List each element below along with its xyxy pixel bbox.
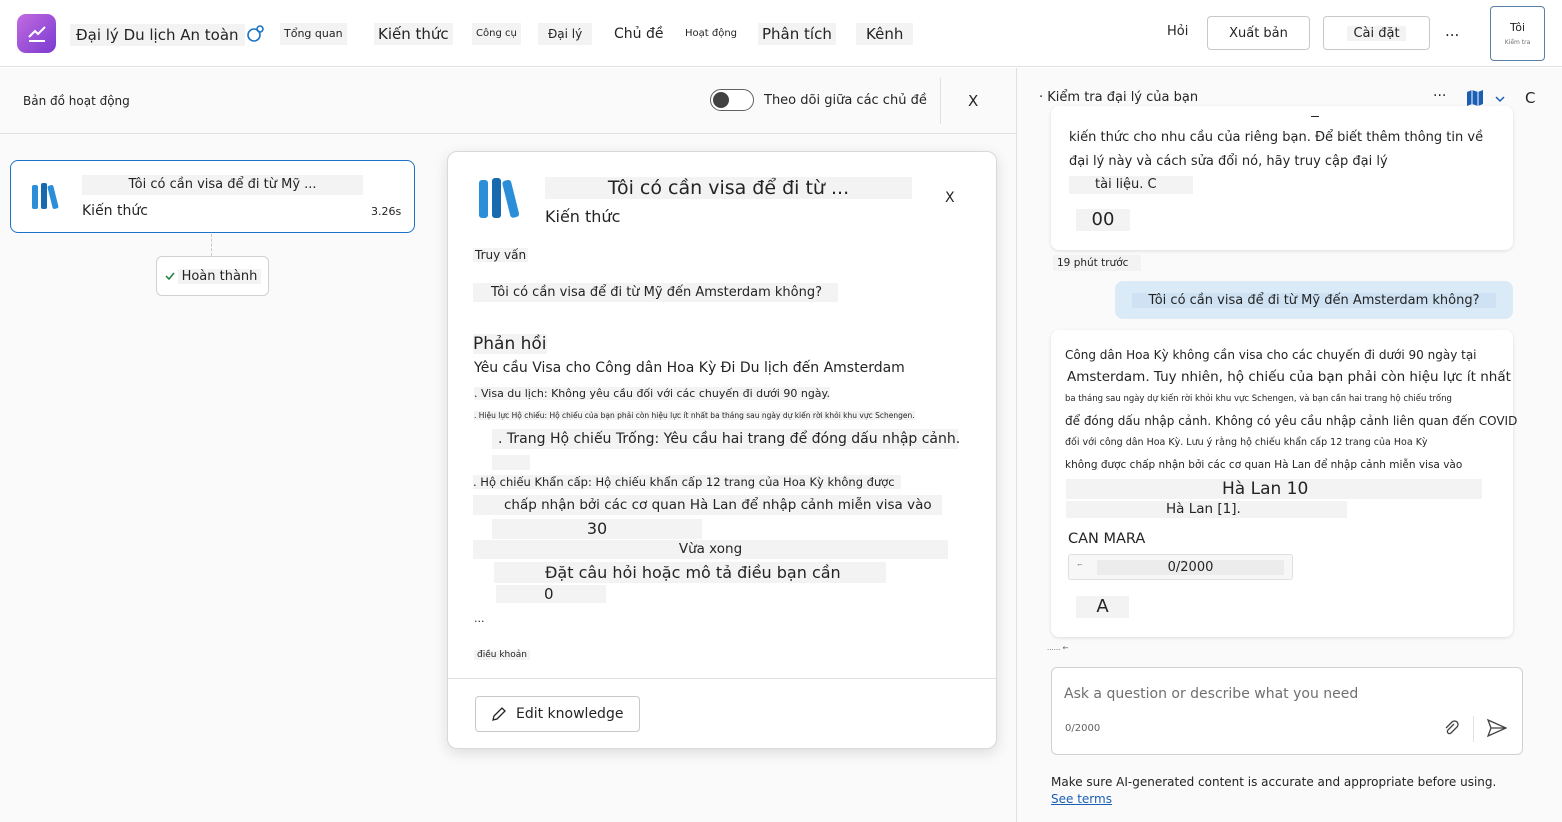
response-line: ...	[474, 612, 485, 625]
chat-input[interactable]	[1064, 680, 1504, 708]
knowledge-detail-panel: Tôi có cần visa để đi từ ... Kiến thức X…	[447, 151, 997, 749]
publish-label: Xuất bản	[1229, 25, 1288, 41]
query-label: Truy vấn	[473, 248, 529, 262]
toolbar-divider	[940, 78, 941, 124]
activity-map-toolbar: Bản đồ hoạt động Theo dõi giữa các chủ đ…	[0, 68, 1016, 134]
bot-response-line: Hà Lan 10	[1066, 479, 1482, 499]
bot-response-line: Amsterdam. Tuy nhiên, hộ chiếu của bạn p…	[1067, 369, 1511, 385]
bot-response-line: Công dân Hoa Kỳ không cần visa cho các c…	[1065, 348, 1477, 362]
detail-divider	[448, 678, 996, 679]
settings-button[interactable]: Cài đặt	[1323, 16, 1430, 50]
scroll-marker	[1311, 116, 1319, 117]
bot-response-line: Hà Lan [1].	[1066, 501, 1347, 518]
bot-response-line: ba tháng sau ngày dự kiến rời khỏi khu v…	[1065, 394, 1452, 404]
test-pane-title: · Kiểm tra đại lý của bạn	[1039, 90, 1199, 105]
bot-response-line: CAN MARA	[1068, 531, 1146, 547]
completed-label: Hoàn thành	[177, 268, 262, 284]
tab-analytics[interactable]: Phân tích	[758, 23, 836, 45]
response-line: . Trang Hộ chiếu Trống: Yêu cầu hai tran…	[492, 429, 960, 449]
chat-composer: 0/2000	[1051, 667, 1523, 755]
tab-overview[interactable]: Tổng quan	[280, 23, 347, 45]
knowledge-books-icon	[31, 181, 65, 215]
paperclip-icon[interactable]	[1442, 719, 1460, 741]
tab-activity[interactable]: Hoạt động	[685, 23, 737, 45]
bot-response-card: Công dân Hoa Kỳ không cần visa cho các c…	[1051, 330, 1517, 637]
test-agent-button[interactable]: Tôi Kiểm tra	[1490, 6, 1545, 61]
bot-message-line: đại lý này và cách sửa đổi nó, hãy truy …	[1069, 154, 1388, 169]
detail-title: Tôi có cần visa để đi từ ...	[545, 177, 912, 199]
response-line: . Hộ chiếu Khẩn cấp: Hộ chiếu khẩn cấp 1…	[473, 475, 901, 489]
response-line: . Hiệu lực Hộ chiếu: Hộ chiếu của bạn ph…	[474, 411, 915, 420]
inline-counter-text: 0/2000	[1097, 560, 1284, 575]
toggle-knob	[713, 92, 729, 108]
bot-response-line: đối với công dân Hoa Kỳ. Lưu ý rằng hộ c…	[1065, 437, 1428, 448]
activity-map-title: Bản đồ hoạt động	[23, 94, 130, 108]
response-line: Đặt câu hỏi hoặc mô tả điều bạn cần	[494, 562, 886, 583]
response-label: Phản hồi	[473, 334, 547, 354]
settings-label: Cài đặt	[1347, 25, 1406, 41]
query-text: Tôi có cần visa để đi từ Mỹ đến Amsterda…	[473, 283, 838, 302]
response-line: Yêu cầu Visa cho Công dân Hoa Kỳ Đi Du l…	[474, 360, 905, 376]
user-message-text: Tôi có cần visa để đi từ Mỹ đến Amsterda…	[1132, 292, 1496, 308]
bot-response-line: A	[1076, 596, 1129, 618]
track-topics-toggle[interactable]	[710, 89, 754, 111]
message-timestamp: 19 phút trước	[1053, 255, 1141, 271]
completed-node[interactable]: Hoàn thành	[156, 256, 269, 296]
ask-button[interactable]: Hỏi	[1167, 24, 1188, 39]
top-bar: Đại lý Du lịch An toàn Tổng quan Kiến th…	[0, 0, 1562, 67]
me-sub-label: Kiểm tra	[1504, 39, 1531, 46]
node-title: Tôi có cần visa để đi từ Mỹ ...	[82, 175, 363, 195]
checkmark-icon	[165, 272, 175, 281]
response-line: 30	[492, 519, 702, 539]
send-icon[interactable]	[1486, 718, 1508, 741]
test-agent-pane: · Kiểm tra đại lý của bạn ··· C kiến thứ…	[1016, 68, 1562, 822]
node-duration: 3.26s	[371, 205, 402, 218]
response-line: chấp nhận bởi các cơ quan Hà Lan để nhập…	[473, 495, 942, 515]
bot-message-line: 00	[1076, 209, 1130, 231]
disclaimer: Make sure AI-generated content is accura…	[1051, 774, 1521, 808]
close-detail-button[interactable]: X	[945, 190, 955, 206]
edit-knowledge-label: Edit knowledge	[516, 706, 624, 722]
more-icon[interactable]: ...	[1445, 22, 1459, 40]
inline-counter-box: ⌐ 0/2000	[1068, 554, 1293, 580]
pencil-icon	[492, 707, 506, 721]
tab-knowledge[interactable]: Kiến thức	[374, 23, 453, 45]
tab-agents[interactable]: Đại lý	[538, 23, 593, 45]
disclaimer-text: Make sure AI-generated content is accura…	[1051, 775, 1497, 789]
response-line: . Visa du lịch: Không yêu cầu đối với cá…	[474, 387, 830, 400]
tab-topics[interactable]: Chủ đề	[614, 23, 663, 45]
bot-response-line: để đóng dấu nhập cảnh. Không có yêu cầu …	[1065, 414, 1518, 428]
tab-channels[interactable]: Kênh	[856, 23, 914, 45]
app-name[interactable]: Đại lý Du lịch An toàn	[70, 24, 245, 46]
close-map-button[interactable]: X	[968, 92, 978, 110]
agent-settings-icon[interactable]	[245, 24, 265, 48]
small-marker: ...... ←	[1047, 644, 1069, 652]
attachment-icon: ⌐	[1077, 561, 1083, 569]
node-type: Kiến thức	[82, 203, 148, 219]
publish-button[interactable]: Xuất bản	[1207, 16, 1310, 50]
me-label: Tôi	[1509, 21, 1526, 34]
terms-link[interactable]: điều khoản	[474, 650, 530, 660]
knowledge-books-icon	[478, 176, 526, 224]
composer-divider	[1473, 716, 1474, 742]
edit-knowledge-button[interactable]: Edit knowledge	[475, 696, 640, 732]
detail-subtitle: Kiến thức	[545, 207, 621, 226]
app-logo-icon	[17, 14, 56, 53]
bot-message-line: tài liệu. C	[1069, 176, 1193, 194]
response-line: 0	[496, 585, 606, 603]
more-options-icon[interactable]: ···	[1433, 88, 1446, 104]
bot-message-line: kiến thức cho nhu cầu của riêng bạn. Để …	[1069, 130, 1484, 145]
user-message-bubble: Tôi có cần visa để đi từ Mỹ đến Amsterda…	[1115, 281, 1513, 319]
see-terms-link[interactable]: See terms	[1051, 792, 1112, 806]
refresh-button[interactable]: C	[1525, 89, 1535, 107]
bot-message-card: kiến thức cho nhu cầu của riêng bạn. Để …	[1051, 106, 1513, 250]
response-placeholder	[492, 455, 530, 470]
knowledge-node-card[interactable]: Tôi có cần visa để đi từ Mỹ ... Kiến thứ…	[10, 160, 415, 233]
node-connector	[211, 234, 212, 256]
response-line: Vừa xong	[473, 540, 948, 559]
bot-response-line: không được chấp nhận bởi các cơ quan Hà …	[1065, 459, 1463, 471]
char-count: 0/2000	[1065, 723, 1101, 734]
tab-tools[interactable]: Công cụ	[472, 23, 521, 45]
track-topics-label: Theo dõi giữa các chủ đề	[764, 93, 927, 108]
